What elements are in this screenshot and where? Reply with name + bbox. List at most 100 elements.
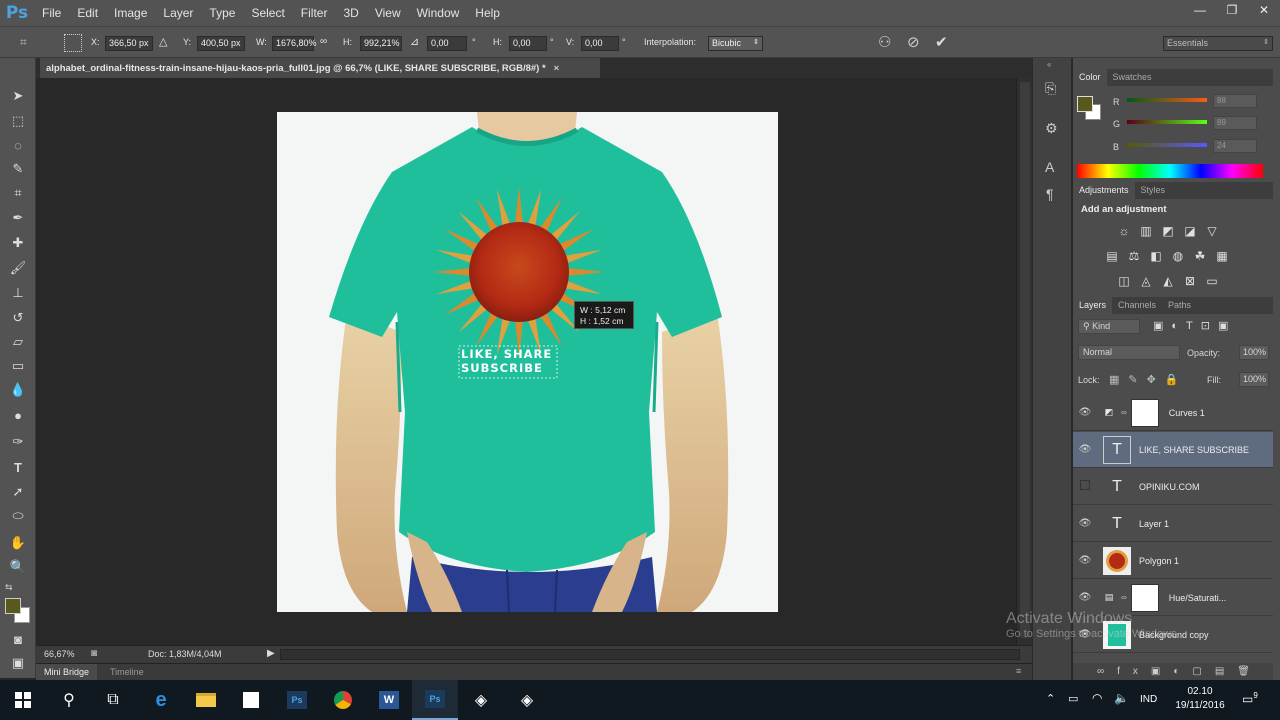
windows-start-icon[interactable] <box>0 680 46 720</box>
color-lookup-icon[interactable]: ▦ <box>1214 248 1230 264</box>
color-balance-icon[interactable]: ⚖ <box>1126 248 1142 264</box>
r-slider[interactable] <box>1127 98 1207 102</box>
posterize-icon[interactable]: ◬ <box>1138 273 1154 289</box>
tab-timeline[interactable]: Timeline <box>110 667 144 677</box>
history-panel-icon[interactable]: ⎘ <box>1045 80 1056 97</box>
layer-filter-kind[interactable]: ⚲ Kind <box>1078 319 1140 334</box>
battery-icon[interactable]: ▭ <box>1068 692 1078 705</box>
menu-file[interactable]: File <box>34 6 69 20</box>
task-view-icon[interactable]: ⧉ <box>90 680 136 720</box>
link-icon[interactable]: ∞ <box>320 36 327 47</box>
notifications-icon[interactable]: ▭9 <box>1242 691 1258 706</box>
menu-select[interactable]: Select <box>243 6 292 20</box>
close-tab-icon[interactable]: × <box>554 63 560 74</box>
fill-field[interactable]: 100% <box>1239 372 1269 387</box>
eyedropper-tool-icon[interactable]: ✒ <box>7 208 29 228</box>
tab-styles[interactable]: Styles <box>1135 182 1172 199</box>
hskew-field[interactable]: 0,00 <box>509 36 547 51</box>
document-canvas[interactable]: LIKE, SHARE SUBSCRIBE W : 5,12 cm H : 1,… <box>277 112 778 612</box>
restore-button[interactable]: ❐ <box>1216 0 1248 20</box>
type-tool-icon[interactable]: T <box>7 457 29 477</box>
brush-tool-icon[interactable]: 🖌 <box>7 258 29 278</box>
vertical-scrollbar[interactable] <box>1016 78 1032 645</box>
menu-image[interactable]: Image <box>106 6 155 20</box>
levels-icon[interactable]: ▥ <box>1138 223 1154 239</box>
tab-mini-bridge[interactable]: Mini Bridge <box>36 664 98 680</box>
app-icon-1[interactable]: ◈ <box>458 680 504 720</box>
lock-icons[interactable]: ▦✎✥🔒 <box>1109 373 1188 386</box>
eye-icon[interactable]: 👁 <box>1073 555 1097 566</box>
status-info-icon[interactable]: ◙ <box>91 648 97 659</box>
foreground-color-swatch[interactable] <box>5 598 21 614</box>
tab-channels[interactable]: Channels <box>1112 297 1162 314</box>
eye-icon[interactable]: 👁 <box>1073 407 1097 418</box>
eye-icon[interactable]: 👁 <box>1073 592 1097 603</box>
opacity-field[interactable]: 100% <box>1239 345 1269 360</box>
wifi-icon[interactable]: ◠ <box>1092 691 1102 705</box>
healing-brush-tool-icon[interactable]: ✚ <box>7 233 29 253</box>
x-field[interactable]: 366,50 px <box>105 36 153 51</box>
tab-paths[interactable]: Paths <box>1162 297 1197 314</box>
exposure-icon[interactable]: ◪ <box>1182 223 1198 239</box>
move-tool-icon[interactable]: ➤ <box>7 86 29 106</box>
invert-icon[interactable]: ◫ <box>1116 273 1132 289</box>
layer-row-curves[interactable]: 👁 ◩ ∞ Curves 1 <box>1073 395 1273 431</box>
swap-colors-icon[interactable]: ⇆ <box>5 582 13 593</box>
vibrance-icon[interactable]: ▽ <box>1204 223 1220 239</box>
blend-mode-select[interactable]: Normal <box>1078 345 1180 360</box>
interpolation-select[interactable]: Bicubic ⇕ <box>708 36 763 51</box>
crop-tool-icon[interactable]: ⌗ <box>7 183 29 203</box>
tab-layers[interactable]: Layers <box>1073 297 1113 314</box>
history-brush-tool-icon[interactable]: ↺ <box>7 308 29 328</box>
menu-edit[interactable]: Edit <box>69 6 106 20</box>
quick-select-tool-icon[interactable]: ✎ <box>7 159 29 179</box>
character-panel-icon[interactable]: A <box>1045 159 1054 175</box>
black-white-icon[interactable]: ◧ <box>1148 248 1164 264</box>
document-tab[interactable]: alphabet_ordinal-fitness-train-insane-hi… <box>40 58 600 78</box>
eye-hidden-icon[interactable] <box>1073 480 1097 493</box>
gradient-tool-icon[interactable]: ▭ <box>7 356 29 376</box>
horizontal-scrollbar[interactable] <box>280 649 1020 660</box>
menu-type[interactable]: Type <box>201 6 243 20</box>
clock[interactable]: 02.10 19/11/2016 <box>1170 685 1230 713</box>
chrome-icon[interactable] <box>320 680 366 720</box>
show-hidden-icons-icon[interactable]: ⌃ <box>1046 692 1055 705</box>
menu-layer[interactable]: Layer <box>155 6 201 20</box>
lasso-tool-icon[interactable]: ◌ <box>7 135 29 155</box>
panel-menu-icon[interactable]: ≡ <box>1016 666 1021 676</box>
photo-filter-icon[interactable]: ◍ <box>1170 248 1186 264</box>
g-value[interactable]: 89 <box>1213 116 1257 130</box>
menu-view[interactable]: View <box>367 6 409 20</box>
curves-icon[interactable]: ◩ <box>1160 223 1176 239</box>
close-button[interactable]: ✕ <box>1248 0 1280 20</box>
edge-icon[interactable]: e <box>138 680 184 720</box>
screen-mode-icon[interactable]: ▣ <box>7 653 29 673</box>
layer-filter-icons[interactable]: ▣◐T⊡▣ <box>1153 319 1236 332</box>
warp-icon[interactable]: ⚇ <box>878 33 891 51</box>
word-icon[interactable]: W <box>366 680 412 720</box>
menu-filter[interactable]: Filter <box>293 6 336 20</box>
file-explorer-icon[interactable] <box>183 680 229 720</box>
menu-help[interactable]: Help <box>467 6 508 20</box>
path-selection-tool-icon[interactable]: ➚ <box>7 482 29 502</box>
brightness-icon[interactable]: ☼ <box>1116 223 1132 239</box>
tool-preset-icon[interactable]: ⌗ <box>20 35 38 51</box>
status-menu-arrow-icon[interactable]: ▶ <box>267 648 275 659</box>
layers-footer-icons[interactable]: ∞fx▣◐▢▤🗑 <box>1073 663 1273 680</box>
text-layer-like-share[interactable]: LIKE, SHARE SUBSCRIBE <box>461 347 552 375</box>
app-icon-2[interactable]: ◈ <box>504 680 550 720</box>
dodge-tool-icon[interactable]: ● <box>7 405 29 425</box>
eraser-tool-icon[interactable]: ▱ <box>7 332 29 352</box>
photoshop-taskbar-icon[interactable]: Ps <box>274 680 320 720</box>
layer-row-polygon[interactable]: 👁 Polygon 1 <box>1073 543 1273 579</box>
minimize-button[interactable]: — <box>1184 0 1216 20</box>
color-spectrum-bar[interactable] <box>1077 164 1263 178</box>
hue-saturation-icon[interactable]: ▤ <box>1104 248 1120 264</box>
shape-tool-icon[interactable]: ⬭ <box>7 506 29 526</box>
layer-row-opiniku[interactable]: T OPINIKU.COM <box>1073 469 1273 505</box>
hand-tool-icon[interactable]: ✋ <box>7 533 29 553</box>
scrollbar-thumb[interactable] <box>1020 82 1030 638</box>
photoshop-active-taskbar-icon[interactable]: Ps <box>412 680 458 720</box>
commit-transform-icon[interactable]: ✔ <box>935 33 948 51</box>
clone-stamp-tool-icon[interactable]: ⊥ <box>7 283 29 303</box>
